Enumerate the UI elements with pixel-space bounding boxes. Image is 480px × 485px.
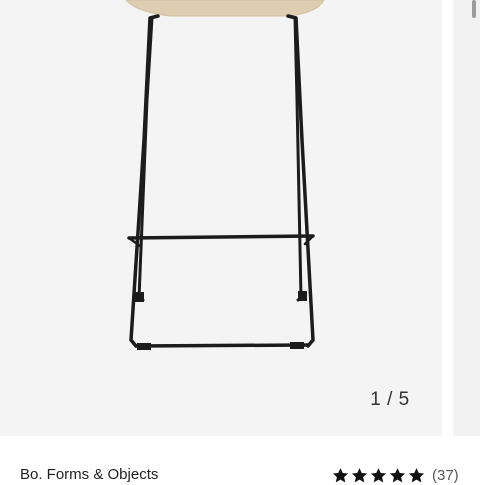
stool-glide — [135, 292, 144, 302]
rating-stars[interactable]: (37) — [332, 465, 459, 485]
stool-glide — [298, 291, 307, 301]
scroll-indicator — [472, 0, 476, 18]
brand-name[interactable]: Bo. Forms & Objects — [20, 466, 158, 483]
star-icon — [370, 467, 387, 482]
product-image-gallery[interactable]: 1 / 5 — [0, 0, 480, 436]
image-counter: 1 / 5 — [370, 389, 410, 410]
star-icon — [389, 467, 406, 482]
review-count: (37) — [432, 466, 459, 484]
star-icon — [332, 467, 349, 482]
slide-divider — [442, 0, 453, 436]
bar-stool-image — [125, 0, 325, 350]
star-icon — [408, 467, 425, 482]
stool-footrest — [127, 234, 315, 240]
gallery-slide-current[interactable]: 1 / 5 — [0, 0, 442, 436]
stool-glide — [137, 343, 151, 350]
stool-back-leg-left — [137, 16, 154, 302]
gallery-slide-next[interactable] — [453, 0, 480, 436]
stool-seat — [125, 0, 325, 17]
stool-glide — [290, 342, 304, 349]
star-icon — [351, 467, 368, 482]
stool-floor-runner — [134, 343, 310, 348]
product-info: Bo. Forms & Objects (37) — [0, 436, 480, 484]
